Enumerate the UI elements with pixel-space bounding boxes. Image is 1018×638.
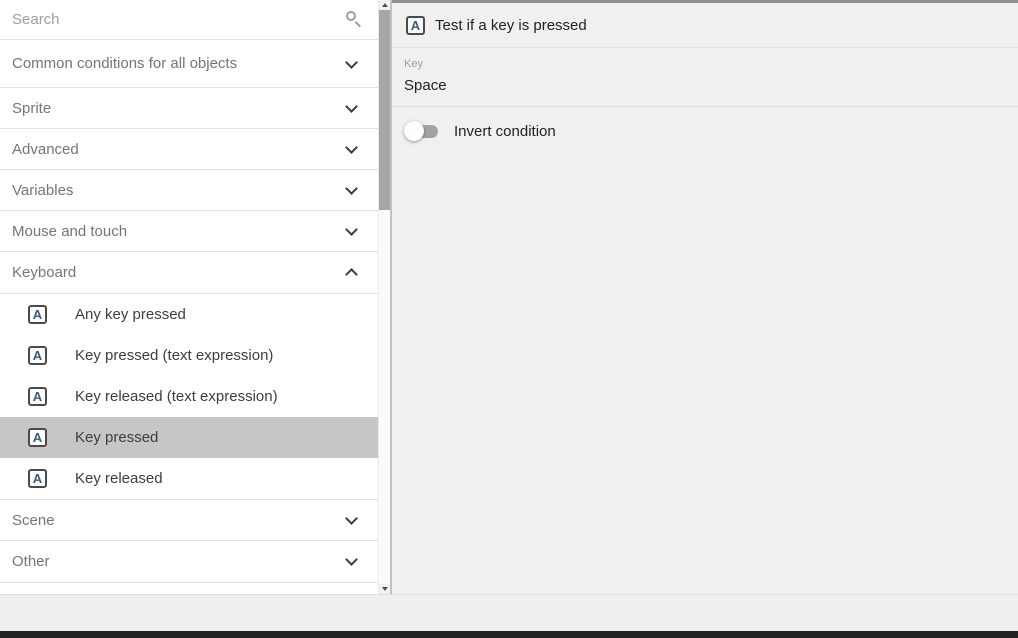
chevron-down-icon: [345, 182, 358, 195]
toggle-knob: [404, 121, 424, 141]
list-item-label: Key pressed: [75, 429, 158, 446]
section-label: Mouse and touch: [0, 223, 127, 240]
instruction-sidebar: Common conditions for all objects Sprite…: [0, 0, 390, 594]
keyboard-key-icon: A: [28, 305, 47, 324]
search-icon-handle: [355, 21, 361, 27]
section-scene[interactable]: Scene: [0, 500, 378, 541]
list-item-key-released-text-expression[interactable]: A Key released (text expression): [0, 376, 378, 417]
sidebar-scrollbar[interactable]: [378, 0, 390, 594]
search-icon: [346, 11, 362, 27]
list-item-key-pressed[interactable]: A Key pressed: [0, 417, 378, 458]
chevron-up-icon: [345, 268, 358, 281]
section-label: Variables: [0, 182, 73, 199]
search-field: [0, 0, 378, 40]
dialog-footer: [0, 594, 1018, 631]
section-common-conditions[interactable]: Common conditions for all objects: [0, 40, 378, 88]
section-advanced[interactable]: Advanced: [0, 129, 378, 170]
section-label: Advanced: [0, 141, 79, 158]
keyboard-key-icon: A: [28, 428, 47, 447]
chevron-down-icon: [345, 100, 358, 113]
key-field-label: Key: [404, 58, 1018, 70]
section-mouse-and-touch[interactable]: Mouse and touch: [0, 211, 378, 252]
section-label: Other: [0, 553, 50, 570]
new-condition-dialog: Common conditions for all objects Sprite…: [0, 0, 1018, 638]
scrollbar-up-button[interactable]: [379, 0, 390, 10]
keyboard-items-list: A Any key pressed A Key pressed (text ex…: [0, 294, 378, 500]
chevron-down-icon: [345, 141, 358, 154]
list-item-any-key-pressed[interactable]: A Any key pressed: [0, 294, 378, 335]
scrollbar-down-button[interactable]: [379, 584, 390, 594]
condition-title: Test if a key is pressed: [435, 17, 587, 34]
invert-condition-label: Invert condition: [454, 123, 556, 140]
list-item-label: Key released (text expression): [75, 388, 278, 405]
section-label: Scene: [0, 512, 55, 529]
section-other[interactable]: Other: [0, 541, 378, 583]
section-variables[interactable]: Variables: [0, 170, 378, 211]
list-clipped-row: [0, 583, 378, 594]
dialog-body: Common conditions for all objects Sprite…: [0, 0, 1018, 594]
list-item-key-released[interactable]: A Key released: [0, 458, 378, 499]
invert-condition-toggle[interactable]: [404, 121, 438, 141]
chevron-down-icon: [345, 223, 358, 236]
section-sprite[interactable]: Sprite: [0, 88, 378, 129]
triangle-up-icon: [382, 3, 388, 7]
invert-condition-row: Invert condition: [392, 107, 1018, 141]
list-item-label: Any key pressed: [75, 306, 186, 323]
search-icon-lens: [346, 11, 356, 21]
key-field-value[interactable]: Space: [404, 77, 1018, 106]
section-keyboard[interactable]: Keyboard: [0, 252, 378, 294]
keyboard-key-icon: A: [406, 16, 425, 35]
search-input[interactable]: [0, 0, 320, 39]
keyboard-key-icon: A: [28, 346, 47, 365]
section-label: Keyboard: [0, 264, 76, 281]
bottom-bar: [0, 631, 1018, 638]
condition-header: A Test if a key is pressed: [392, 3, 1018, 48]
triangle-down-icon: [382, 587, 388, 591]
keyboard-key-icon: A: [28, 469, 47, 488]
condition-editor-panel: A Test if a key is pressed Key Space Inv…: [392, 0, 1018, 594]
scrollbar-thumb[interactable]: [379, 10, 390, 210]
key-field[interactable]: Key Space: [392, 48, 1018, 107]
section-label: Common conditions for all objects: [0, 55, 237, 72]
keyboard-key-icon: A: [28, 387, 47, 406]
list-item-label: Key released: [75, 470, 163, 487]
instruction-list: Common conditions for all objects Sprite…: [0, 0, 378, 594]
list-item-label: Key pressed (text expression): [75, 347, 273, 364]
chevron-down-icon: [345, 512, 358, 525]
list-item-key-pressed-text-expression[interactable]: A Key pressed (text expression): [0, 335, 378, 376]
chevron-down-icon: [345, 553, 358, 566]
chevron-down-icon: [345, 56, 358, 69]
section-label: Sprite: [0, 100, 51, 117]
